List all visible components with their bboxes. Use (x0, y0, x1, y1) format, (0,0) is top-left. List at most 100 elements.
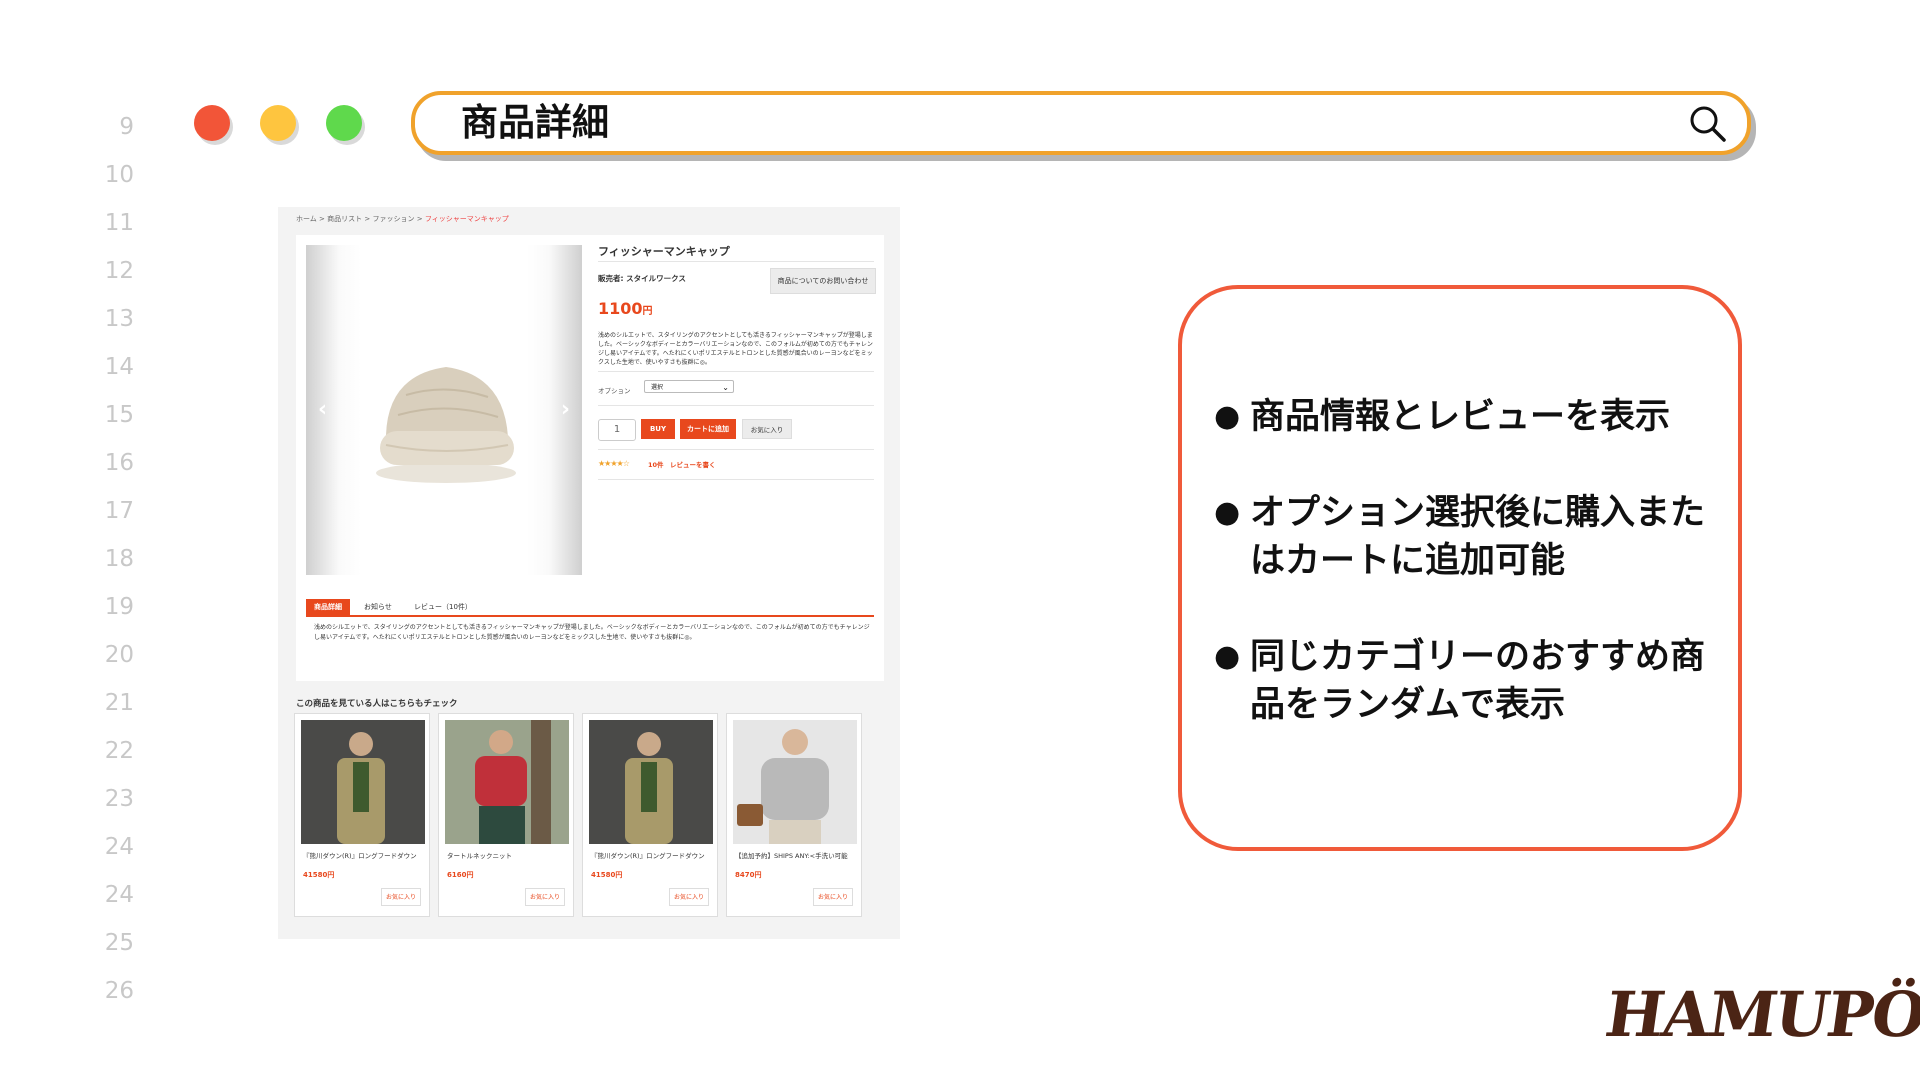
add-to-cart-button[interactable]: カートに追加 (680, 419, 736, 439)
recommendation-image (301, 720, 425, 844)
recommendation-name: 【追加予約】SHIPS ANY:<手洗い可能 (735, 852, 848, 860)
breadcrumb-item[interactable]: 商品リスト (327, 215, 362, 223)
line-number: 24 (104, 834, 134, 860)
line-number: 21 (104, 690, 134, 716)
recommendation-name: 『熊川ダウン(R)』ロングフードダウン (303, 852, 417, 860)
recommendation-card[interactable]: 『熊川ダウン(R)』ロングフードダウン 41580円 お気に入り (294, 713, 430, 917)
line-number: 14 (104, 354, 134, 380)
product-image-gallery: ‹ › (306, 245, 582, 575)
close-window-button[interactable] (194, 105, 230, 141)
product-image (376, 367, 516, 483)
search-icon[interactable] (1687, 103, 1727, 143)
title-search-bar[interactable]: 商品詳細 (411, 91, 1751, 155)
line-number: 9 (119, 114, 134, 140)
line-number: 12 (104, 258, 134, 284)
minimize-window-button[interactable] (260, 105, 296, 141)
product-description: 浅めのシルエットで、スタイリングのアクセントとしても活きるフィッシャーマンキャッ… (598, 332, 873, 366)
feature-text: 同じカテゴリーのおすすめ商品をランダムで表示 (1250, 637, 1706, 725)
next-image-arrow-icon[interactable]: › (561, 397, 570, 422)
line-number: 18 (104, 546, 134, 572)
quantity-stepper[interactable]: 1 (598, 419, 636, 441)
divider (598, 405, 874, 406)
line-number: 10 (104, 162, 134, 188)
feature-item: ● 商品情報とレビューを表示 (1214, 393, 1724, 441)
maximize-window-button[interactable] (326, 105, 362, 141)
feature-text: オプション選択後に購入またはカートに追加可能 (1250, 493, 1706, 581)
recommendation-card[interactable]: 【追加予約】SHIPS ANY:<手洗い可能 8470円 お気に入り (726, 713, 862, 917)
bullet-icon: ● (1214, 399, 1241, 434)
product-price: 1100円 (598, 299, 653, 318)
breadcrumb-separator: > (416, 215, 423, 223)
line-number: 15 (104, 402, 134, 428)
recommendation-favorite-button[interactable]: お気に入り (381, 888, 421, 906)
bullet-icon: ● (1214, 639, 1241, 674)
breadcrumb-item[interactable]: ホーム (296, 215, 317, 223)
recommendation-name: タートルネックニット (447, 852, 512, 860)
price-currency: 円 (642, 306, 653, 317)
product-name: フィッシャーマンキャップ (598, 245, 730, 258)
divider (598, 261, 874, 262)
line-number: 23 (104, 786, 134, 812)
breadcrumb-separator: > (364, 215, 371, 223)
price-value: 1100 (598, 299, 643, 318)
feature-text: 商品情報とレビューを表示 (1250, 397, 1671, 437)
buy-button[interactable]: BUY (641, 419, 675, 439)
feature-item: ● オプション選択後に購入またはカートに追加可能 (1214, 489, 1724, 585)
option-label: オプション (598, 387, 631, 395)
recommendations-title: この商品を見ている人はこちらもチェック (296, 699, 458, 709)
line-number: 24 (104, 882, 134, 908)
breadcrumb-item[interactable]: ファッション (372, 215, 414, 223)
rating-stars: ★★★★☆ (598, 459, 630, 468)
line-number: 22 (104, 738, 134, 764)
line-number: 17 (104, 498, 134, 524)
recommendation-price: 6160円 (447, 871, 474, 879)
feature-item: ● 同じカテゴリーのおすすめ商品をランダムで表示 (1214, 633, 1724, 729)
bullet-icon: ● (1214, 495, 1241, 530)
option-select[interactable]: 選択 ⌄ (644, 380, 734, 393)
breadcrumb-current: フィッシャーマンキャップ (424, 215, 509, 223)
recommendation-favorite-button[interactable]: お気に入り (813, 888, 853, 906)
chevron-down-icon: ⌄ (722, 383, 729, 392)
product-page-screenshot: ホーム > 商品リスト > ファッション > フィッシャーマンキャップ ‹ › … (278, 207, 900, 939)
recommendation-card[interactable]: タートルネックニット 6160円 お気に入り (438, 713, 574, 917)
divider (598, 449, 874, 450)
recommendation-image (445, 720, 569, 844)
product-tabs: 商品詳細 お知らせ レビュー（10件） (306, 597, 874, 617)
tab-reviews[interactable]: レビュー（10件） (406, 599, 480, 615)
tab-content: 浅めのシルエットで、スタイリングのアクセントとしても活きるフィッシャーマンキャッ… (314, 624, 870, 641)
recommendation-name: 『熊川ダウン(R)』ロングフードダウン (591, 852, 705, 860)
seller-name: 販売者: スタイルワークス (598, 274, 686, 283)
feature-summary-box: ● 商品情報とレビューを表示 ● オプション選択後に購入またはカートに追加可能 ● 同… (1178, 285, 1742, 851)
recommendation-price: 41580円 (303, 871, 335, 879)
line-number: 11 (104, 210, 134, 236)
line-number: 25 (104, 930, 134, 956)
option-select-value: 選択 (651, 384, 664, 391)
hamupochi-logo: HAMUPÖCHI (1600, 978, 1920, 1051)
breadcrumb-separator: > (319, 215, 325, 223)
tab-product-details[interactable]: 商品詳細 (306, 599, 350, 615)
recommendation-price: 41580円 (591, 871, 623, 879)
previous-image-arrow-icon[interactable]: ‹ (318, 397, 327, 422)
recommendation-favorite-button[interactable]: お気に入り (525, 888, 565, 906)
recommendation-card[interactable]: 『熊川ダウン(R)』ロングフードダウン 41580円 お気に入り (582, 713, 718, 917)
recommendation-image (589, 720, 713, 844)
recommendation-image (733, 720, 857, 844)
recommendation-price: 8470円 (735, 871, 762, 879)
product-card: ‹ › フィッシャーマンキャップ 販売者: スタイルワークス 商品についてのお問… (296, 235, 884, 681)
page-title: 商品詳細 (461, 101, 609, 144)
line-number: 16 (104, 450, 134, 476)
review-count[interactable]: 10件 (648, 459, 664, 469)
line-number: 26 (104, 978, 134, 1004)
line-number-gutter: 9 10 11 12 13 14 15 16 17 18 19 20 21 22… (104, 110, 134, 1022)
favorite-button[interactable]: お気に入り (742, 419, 792, 439)
line-number: 13 (104, 306, 134, 332)
feature-list: ● 商品情報とレビューを表示 ● オプション選択後に購入またはカートに追加可能 ● 同… (1214, 393, 1724, 777)
product-inquiry-button[interactable]: 商品についてのお問い合わせ (770, 268, 876, 294)
line-number: 20 (104, 642, 134, 668)
recommendation-favorite-button[interactable]: お気に入り (669, 888, 709, 906)
line-number: 19 (104, 594, 134, 620)
divider (598, 371, 874, 372)
tab-notice[interactable]: お知らせ (356, 599, 400, 615)
write-review-link[interactable]: レビューを書く (670, 459, 716, 469)
divider (598, 479, 874, 480)
